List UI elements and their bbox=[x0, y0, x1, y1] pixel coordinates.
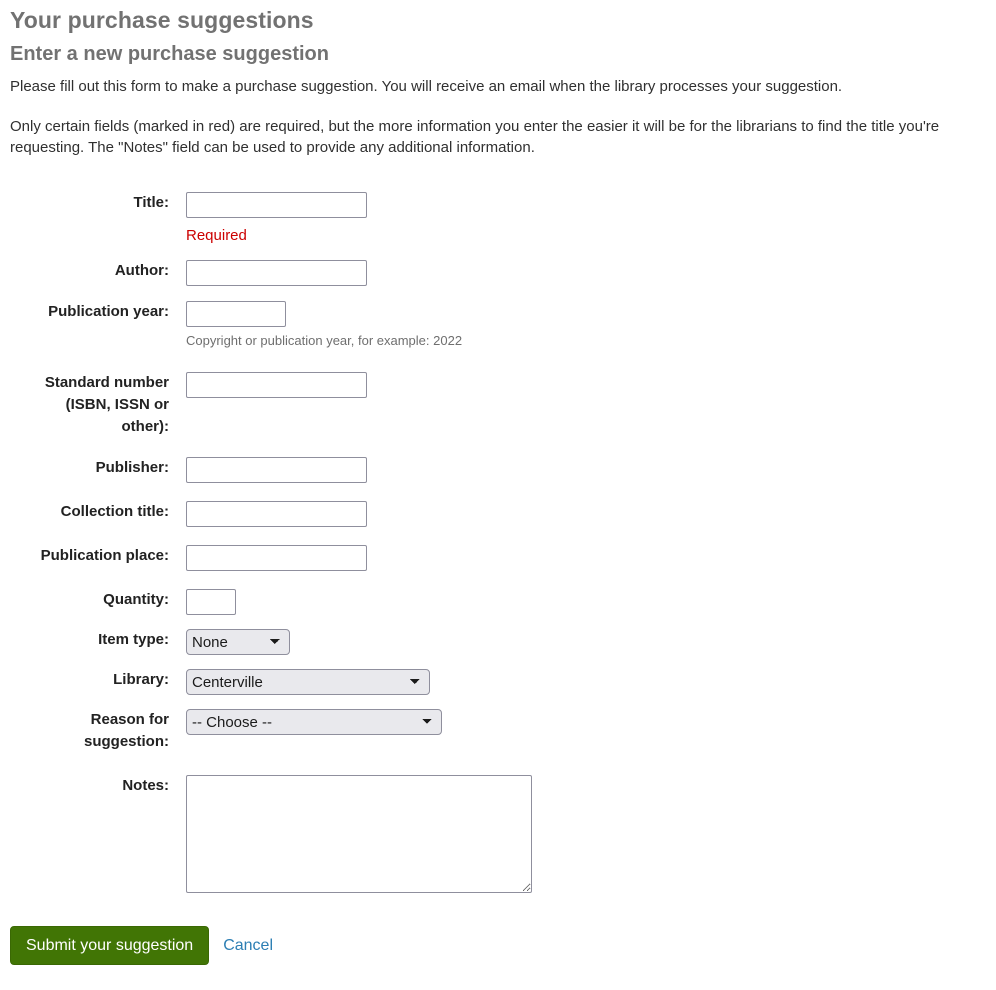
control-library: Centerville bbox=[169, 669, 430, 695]
field-row-standard-number: Standard number (ISBN, ISSN or other): bbox=[0, 372, 996, 438]
standard-number-input[interactable] bbox=[186, 372, 367, 398]
publication-year-hint: Copyright or publication year, for examp… bbox=[186, 333, 463, 348]
intro-paragraph-1: Please fill out this form to make a purc… bbox=[10, 78, 843, 95]
cancel-link[interactable]: Cancel bbox=[223, 936, 273, 955]
label-title: Title: bbox=[133, 194, 169, 211]
label-library: Library: bbox=[113, 671, 169, 688]
purchase-suggestion-form: Title: Required Author: Publication year… bbox=[0, 158, 996, 897]
label-standard-number-line2: (ISBN, ISSN or bbox=[65, 396, 169, 413]
label-notes: Notes: bbox=[122, 777, 169, 794]
label-reason-line2: suggestion: bbox=[84, 733, 169, 750]
control-publisher bbox=[169, 457, 367, 483]
control-notes bbox=[169, 775, 532, 897]
label-collection-title: Collection title: bbox=[60, 503, 169, 520]
intro-paragraph-2: Only certain fields (marked in red) are … bbox=[10, 118, 940, 156]
label-publication-place: Publication place: bbox=[40, 547, 169, 564]
item-type-select[interactable]: None bbox=[186, 629, 290, 655]
form-actions: Submit your suggestion Cancel bbox=[0, 897, 996, 965]
label-reason: Reason for suggestion: bbox=[0, 709, 169, 753]
label-author: Author: bbox=[114, 262, 169, 279]
title-required-note: Required bbox=[186, 227, 247, 244]
control-author bbox=[169, 260, 367, 286]
control-quantity bbox=[169, 589, 236, 615]
control-item-type: None bbox=[169, 629, 290, 655]
field-row-publication-year: Publication year: Copyright or publicati… bbox=[0, 301, 996, 350]
field-row-author: Author: bbox=[0, 260, 996, 286]
label-reason-line1: Reason for bbox=[90, 711, 169, 728]
field-row-title: Title: Required bbox=[0, 192, 996, 246]
label-standard-number: Standard number (ISBN, ISSN or other): bbox=[0, 372, 169, 438]
field-row-collection-title: Collection title: bbox=[0, 501, 996, 527]
field-row-item-type: Item type: None bbox=[0, 629, 996, 655]
label-quantity: Quantity: bbox=[103, 591, 169, 608]
submit-suggestion-button[interactable]: Submit your suggestion bbox=[10, 926, 210, 965]
label-publication-year: Publication year: bbox=[48, 303, 169, 320]
title-input[interactable] bbox=[186, 192, 367, 218]
control-title: Required bbox=[169, 192, 367, 246]
author-input[interactable] bbox=[186, 260, 367, 286]
collection-title-input[interactable] bbox=[186, 501, 367, 527]
publication-year-input[interactable] bbox=[186, 301, 286, 327]
field-row-notes: Notes: bbox=[0, 775, 996, 897]
page-title: Your purchase suggestions bbox=[10, 7, 314, 33]
publication-place-input[interactable] bbox=[186, 545, 367, 571]
library-select[interactable]: Centerville bbox=[186, 669, 430, 695]
purchase-suggestion-page: Your purchase suggestions Enter a new pu… bbox=[0, 0, 996, 965]
control-collection-title bbox=[169, 501, 367, 527]
control-publication-year: Copyright or publication year, for examp… bbox=[169, 301, 462, 350]
label-standard-number-line1: Standard number bbox=[44, 374, 169, 391]
label-standard-number-line3: other): bbox=[121, 418, 170, 435]
control-publication-place bbox=[169, 545, 367, 571]
field-row-reason: Reason for suggestion: -- Choose -- bbox=[0, 709, 996, 753]
control-standard-number bbox=[169, 372, 367, 398]
publisher-input[interactable] bbox=[186, 457, 367, 483]
notes-textarea[interactable] bbox=[186, 775, 532, 893]
control-reason: -- Choose -- bbox=[169, 709, 442, 735]
form-title: Enter a new purchase suggestion bbox=[10, 43, 329, 65]
label-publisher: Publisher: bbox=[95, 459, 169, 476]
field-row-library: Library: Centerville bbox=[0, 669, 996, 695]
quantity-input[interactable] bbox=[186, 589, 236, 615]
label-item-type: Item type: bbox=[98, 631, 169, 648]
reason-select[interactable]: -- Choose -- bbox=[186, 709, 442, 735]
field-row-quantity: Quantity: bbox=[0, 589, 996, 615]
field-row-publication-place: Publication place: bbox=[0, 545, 996, 571]
field-row-publisher: Publisher: bbox=[0, 457, 996, 483]
